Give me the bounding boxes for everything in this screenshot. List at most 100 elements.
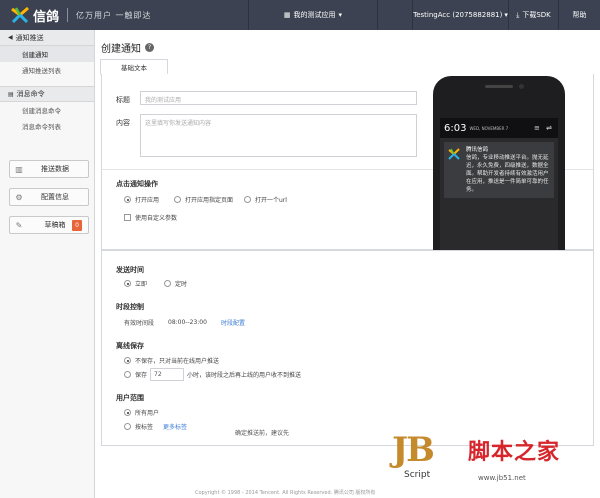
app-switcher-label: 我的测试应用: [293, 11, 336, 19]
top-navigation-bar: 信鸽 亿万用户 一触即达 ▦ 我的测试应用 ▾ TestingAcc (2075…: [0, 0, 600, 30]
phone-date: WED, NOVEMBER 7: [469, 125, 509, 131]
tab-basic-text[interactable]: 基础文本: [100, 59, 168, 75]
period-config-link[interactable]: 时段配置: [221, 318, 245, 327]
push-data-label: 推送数据: [41, 165, 69, 173]
sidebar-item-notification-list[interactable]: 通知推送列表: [0, 62, 94, 78]
scope-title: 用户范围: [116, 394, 144, 402]
radio-selected[interactable]: [124, 196, 131, 203]
radio-label-suffix: 小时，该时段之后再上线的用户收不到推送: [187, 372, 302, 379]
radio-selected[interactable]: [124, 280, 131, 287]
drafts-count-badge: 0: [72, 220, 82, 231]
more-tags-link[interactable]: 更多标签: [163, 422, 187, 431]
sidebar-item-label: 创建消息命令: [22, 107, 61, 115]
watermark-jb: JB: [392, 430, 435, 470]
notification-preview: 腾讯信鸽 信鸽，专业移动推送平台。抛无延迟，永久免费，四级推送，数据全面。帮助开…: [444, 142, 554, 198]
radio-selected[interactable]: [124, 357, 131, 364]
click-action-title: 点击通知操作: [116, 180, 158, 188]
notification-title: 腾讯信鸽: [466, 147, 489, 153]
radio-unselected[interactable]: [174, 196, 181, 203]
tab-label: 基础文本: [121, 64, 147, 72]
sidebar-item-label: 通知推送列表: [22, 67, 61, 75]
title-input[interactable]: 我的测试应用: [140, 91, 417, 105]
sidebar-section-push[interactable]: ◀ 通知推送: [0, 30, 94, 46]
bottom-note: 确定推送前，建议先: [235, 430, 290, 437]
click-option-open-url[interactable]: 打开一个url: [244, 195, 287, 204]
sidebar-section-label: 通知推送: [15, 33, 44, 42]
watermark-logo: JB Script 脚本之家 www.jb51.net: [392, 430, 592, 490]
app-switcher[interactable]: ▦ 我的测试应用 ▾: [248, 0, 378, 30]
download-sdk-label: 下载SDK: [522, 11, 551, 19]
title-label: 标题: [116, 96, 130, 104]
watermark-url: www.jb51.net: [478, 474, 526, 482]
custom-params-checkbox[interactable]: 使用自定义参数: [124, 213, 177, 222]
brand-slogan: 亿万用户 一触即达: [76, 10, 152, 20]
radio-unselected[interactable]: [244, 196, 251, 203]
checkbox[interactable]: [124, 214, 131, 221]
help-question-icon[interactable]: ?: [145, 43, 154, 52]
drafts-button[interactable]: ✎ 草稿箱 0: [9, 216, 89, 234]
phone-status-row: 6:03 WED, NOVEMBER 7 ≡ ⇌: [440, 118, 558, 138]
period-label: 有效时间段: [124, 320, 155, 327]
gear-icon: ⚙: [15, 192, 23, 202]
radio-label: 不保存，只对当前在线用户推送: [135, 358, 220, 365]
xinge-logo-icon: [448, 148, 460, 160]
main-content: 创建通知 ? 基础文本 标题 我的测试应用 内容 这里填写你发送通知内容 点击通…: [95, 30, 600, 498]
chart-icon: ▥: [15, 164, 23, 174]
radio-unselected[interactable]: [164, 280, 171, 287]
copyright: Copyright © 1998 - 2014 Tencent. All Rig…: [195, 490, 376, 496]
radio-unselected[interactable]: [124, 371, 131, 378]
content-label: 内容: [116, 119, 130, 127]
brand-logo[interactable]: 信鸽 亿万用户 一触即达: [10, 5, 152, 25]
scope-all-users[interactable]: 所有用户: [124, 408, 159, 417]
command-icon: ▤: [8, 90, 14, 98]
brand-divider: [67, 8, 69, 22]
radio-label: 打开应用: [135, 197, 160, 204]
offline-no-save[interactable]: 不保存，只对当前在线用户推送: [124, 356, 219, 365]
send-settings-panel: 发送时间 立即 定时 时段控制 有效时间段 08:00--23:00 时段配置 …: [101, 250, 594, 446]
phone-speaker: [485, 85, 513, 88]
offline-save[interactable]: 保存 72 小时，该时段之后再上线的用户收不到推送: [124, 368, 301, 381]
click-option-open-page[interactable]: 打开应用指定页面: [174, 195, 233, 204]
edit-icon: ✎: [15, 220, 23, 230]
phone-preview: 6:03 WED, NOVEMBER 7 ≡ ⇌ 腾讯信鸽 信鸽，专业移动推送平…: [433, 76, 565, 254]
period-value: 08:00--23:00: [168, 319, 207, 326]
content-textarea[interactable]: 这里填写你发送通知内容: [140, 114, 417, 157]
radio-label: 打开一个url: [255, 197, 287, 204]
radio-label: 按标签: [135, 424, 154, 431]
sidebar: ◀ 通知推送 创建通知 通知推送列表 ▤ 消息命令 创建消息命令 消息命令列表 …: [0, 30, 95, 498]
sidebar-item-create-command[interactable]: 创建消息命令: [0, 102, 94, 118]
brand-name: 信鸽: [33, 9, 60, 25]
push-data-button[interactable]: ▥ 推送数据: [9, 160, 89, 178]
download-icon: ⤓: [516, 10, 520, 19]
config-button[interactable]: ⚙ 配置信息: [9, 188, 89, 206]
phone-camera: [519, 84, 524, 89]
checkbox-label: 使用自定义参数: [135, 215, 178, 222]
notification-icon: ◀: [8, 34, 13, 41]
sidebar-section-commands[interactable]: ▤ 消息命令: [0, 86, 94, 102]
sidebar-item-label: 消息命令列表: [22, 123, 61, 131]
account-label: TestingAcc (2075882881): [413, 11, 503, 19]
sidebar-item-command-list[interactable]: 消息命令列表: [0, 118, 94, 134]
account-menu[interactable]: TestingAcc (2075882881) ▾: [412, 0, 508, 30]
notification-text: 腾讯信鸽 信鸽，专业移动推送平台。抛无延迟，永久免费，四级推送，数据全面。帮助开…: [466, 146, 550, 194]
radio-unselected[interactable]: [124, 423, 131, 430]
notification-body: 信鸽，专业移动推送平台。抛无延迟，永久免费，四级推送，数据全面。帮助开发者持续有…: [466, 155, 549, 193]
send-time-scheduled[interactable]: 定时: [164, 279, 187, 288]
scope-by-tag[interactable]: 按标签 更多标签: [124, 422, 187, 431]
send-time-now[interactable]: 立即: [124, 279, 147, 288]
phone-screen: 6:03 WED, NOVEMBER 7 ≡ ⇌ 腾讯信鸽 信鸽，专业移动推送平…: [440, 118, 558, 254]
radio-label: 打开应用指定页面: [185, 197, 234, 204]
phone-clock: 6:03: [444, 122, 467, 134]
radio-selected[interactable]: [124, 409, 131, 416]
help-label: 帮助: [572, 11, 587, 19]
click-option-open-app[interactable]: 打开应用: [124, 195, 159, 204]
send-time-title: 发送时间: [116, 266, 144, 274]
watermark-cn: 脚本之家: [468, 440, 561, 465]
offline-hours-input[interactable]: 72: [150, 368, 185, 381]
page-title-text: 创建通知: [101, 44, 141, 55]
page-title: 创建通知 ?: [101, 40, 154, 55]
phone-quick-icons: ≡ ⇌: [534, 124, 554, 132]
download-sdk-link[interactable]: ⤓ 下载SDK: [508, 0, 558, 30]
sidebar-item-create-notification[interactable]: 创建通知: [0, 46, 94, 62]
help-link[interactable]: 帮助: [558, 0, 600, 30]
